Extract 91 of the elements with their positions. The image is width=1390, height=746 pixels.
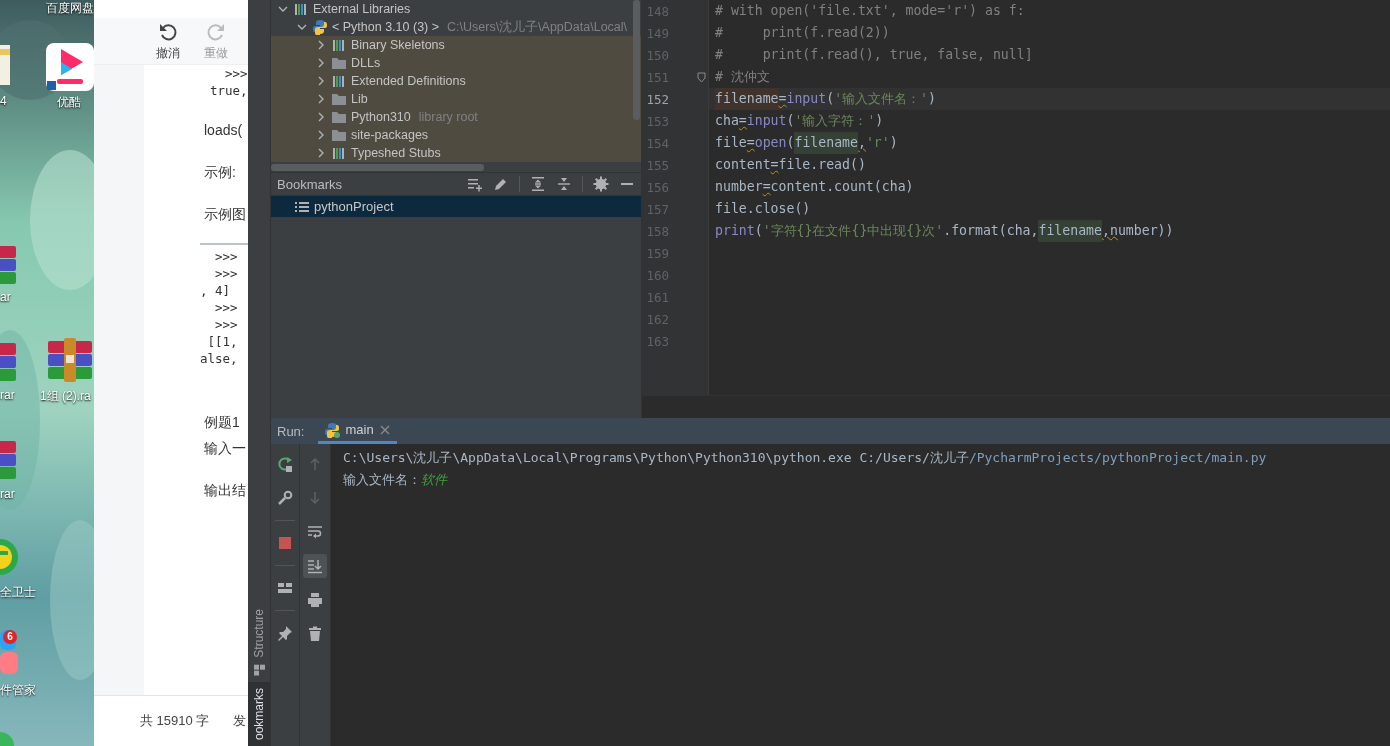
paragraph: 例题1 xyxy=(203,413,241,432)
code-line: true, xyxy=(209,82,248,99)
tree-item[interactable]: DLLs xyxy=(271,54,641,72)
tree-item[interactable]: Extended Definitions xyxy=(271,72,641,90)
archive-icon[interactable] xyxy=(0,243,18,287)
code-line: >>> xyxy=(214,248,239,265)
item-label: Extended Definitions xyxy=(351,74,466,88)
tree-item[interactable]: Binary Skeletons xyxy=(271,36,641,54)
item-label: Binary Skeletons xyxy=(351,38,445,52)
pencil-icon[interactable] xyxy=(493,176,509,192)
collapse-all-icon[interactable] xyxy=(556,176,572,192)
close-icon[interactable] xyxy=(378,423,391,436)
icon-label: 全卫士 xyxy=(0,584,36,601)
tree-item[interactable]: < Python 3.10 (3) > C:\Users\沈儿子\AppData\Local\ xyxy=(271,18,641,36)
code-line: # 沈仲文 xyxy=(714,68,771,86)
scrollbar[interactable] xyxy=(633,0,640,120)
python-icon xyxy=(324,421,341,438)
code-line: # print(f.read(), true, false, null] xyxy=(714,46,1034,64)
item-label: < Python 3.10 (3) > xyxy=(332,20,439,34)
archive-icon[interactable] xyxy=(46,338,94,382)
side-tab[interactable]: ookmarks xyxy=(248,682,270,746)
paragraph: 示例: xyxy=(203,163,237,182)
icon-label: 4 xyxy=(0,94,7,108)
settings-icon[interactable] xyxy=(593,176,609,192)
tree-item[interactable]: External Libraries xyxy=(271,0,641,18)
code-line: content=file.read() xyxy=(714,156,867,174)
code-line: >>> xyxy=(214,316,239,333)
structure-icon xyxy=(253,664,265,676)
icon-label: ar xyxy=(0,290,11,304)
paragraph: 示例图 xyxy=(203,205,247,224)
word-count: 共 15910 字 xyxy=(140,712,210,730)
fold-icon[interactable] xyxy=(697,71,706,83)
code-line: , 4] xyxy=(200,282,232,299)
item-label: site-packages xyxy=(351,128,429,142)
undo-button[interactable]: 撤消 xyxy=(148,18,188,64)
run-tab[interactable]: main xyxy=(318,418,397,444)
undo-icon xyxy=(158,22,178,42)
item-hint: C:\Users\沈儿子\AppData\Local\ xyxy=(447,18,628,36)
icon-label: 优酷 xyxy=(57,94,81,111)
code-line: print('字符{}在文件{}中出现{}次'.format(cha,filename,number)) xyxy=(709,220,1390,242)
console-line: C:\Users\沈儿子\AppData\Local\Programs\Python\Python310\python.exe C:/Users/沈儿子/PycharmProjects/pythonProject/main.py xyxy=(343,449,1268,467)
archive-icon[interactable] xyxy=(0,340,18,384)
item-label: pythonProject xyxy=(314,199,394,214)
code-line: cha=input('输入字符：') xyxy=(714,112,885,130)
paragraph: loads( xyxy=(203,121,244,140)
tree-item[interactable]: site-packages xyxy=(271,126,641,144)
item-label: Lib xyxy=(351,92,368,106)
panel-title: Run: xyxy=(277,422,305,441)
line-number: 152 xyxy=(645,91,669,107)
icon-label: 件管家 xyxy=(0,682,36,699)
add-list-icon[interactable] xyxy=(467,176,483,192)
console-line: 输入文件名：软件 xyxy=(343,471,449,489)
item-label: External Libraries xyxy=(313,2,411,16)
code-line: >>> xyxy=(224,65,248,82)
tree-item[interactable]: Lib xyxy=(271,90,641,108)
footer-text: 发 xyxy=(233,712,247,730)
code-line: file=open(filename,'r') xyxy=(709,132,1390,154)
icon-label: rar xyxy=(0,487,15,501)
archive-icon[interactable] xyxy=(0,438,18,482)
paragraph: 输入一 xyxy=(203,439,247,458)
item-label: Typeshed Stubs xyxy=(351,146,441,160)
redo-icon xyxy=(206,22,226,42)
code-line: # with open('file.txt', mode='r') as f: xyxy=(714,2,1026,20)
item-label: Python310 xyxy=(351,110,411,124)
video-app-icon[interactable] xyxy=(46,43,94,91)
code-line: >>> xyxy=(214,265,239,282)
library-icon xyxy=(331,145,347,161)
icon-label: 百度网盘 xyxy=(46,0,94,17)
code-line: number=content.count(cha) xyxy=(714,178,915,196)
library-icon xyxy=(293,1,309,17)
code-line: [[1, xyxy=(206,333,239,350)
panel-title: Bookmarks xyxy=(277,176,344,192)
code-line: file.close() xyxy=(714,200,812,218)
scrollbar[interactable] xyxy=(271,164,484,171)
item-label: DLLs xyxy=(351,56,381,70)
code-line: # print(f.read(2)) xyxy=(714,24,891,42)
code-line: alse, xyxy=(200,350,239,367)
item-hint: library root xyxy=(418,110,478,124)
icon-label: 1组 (2).ra xyxy=(40,388,91,405)
python-icon xyxy=(312,19,328,35)
tree-item[interactable]: Typeshed Stubs xyxy=(271,144,641,162)
code-line: >>> xyxy=(214,299,239,316)
bookmark-item[interactable]: pythonProject xyxy=(271,196,641,217)
list-icon xyxy=(295,199,309,214)
scroll-to-end-icon[interactable] xyxy=(303,554,327,578)
icon-label: rar xyxy=(0,388,15,402)
tree-item[interactable]: Python310 library root xyxy=(271,108,641,126)
library-icon xyxy=(331,73,347,89)
paragraph: 输出结 xyxy=(203,481,247,500)
expand-all-icon[interactable] xyxy=(530,176,546,192)
library-icon xyxy=(331,37,347,53)
